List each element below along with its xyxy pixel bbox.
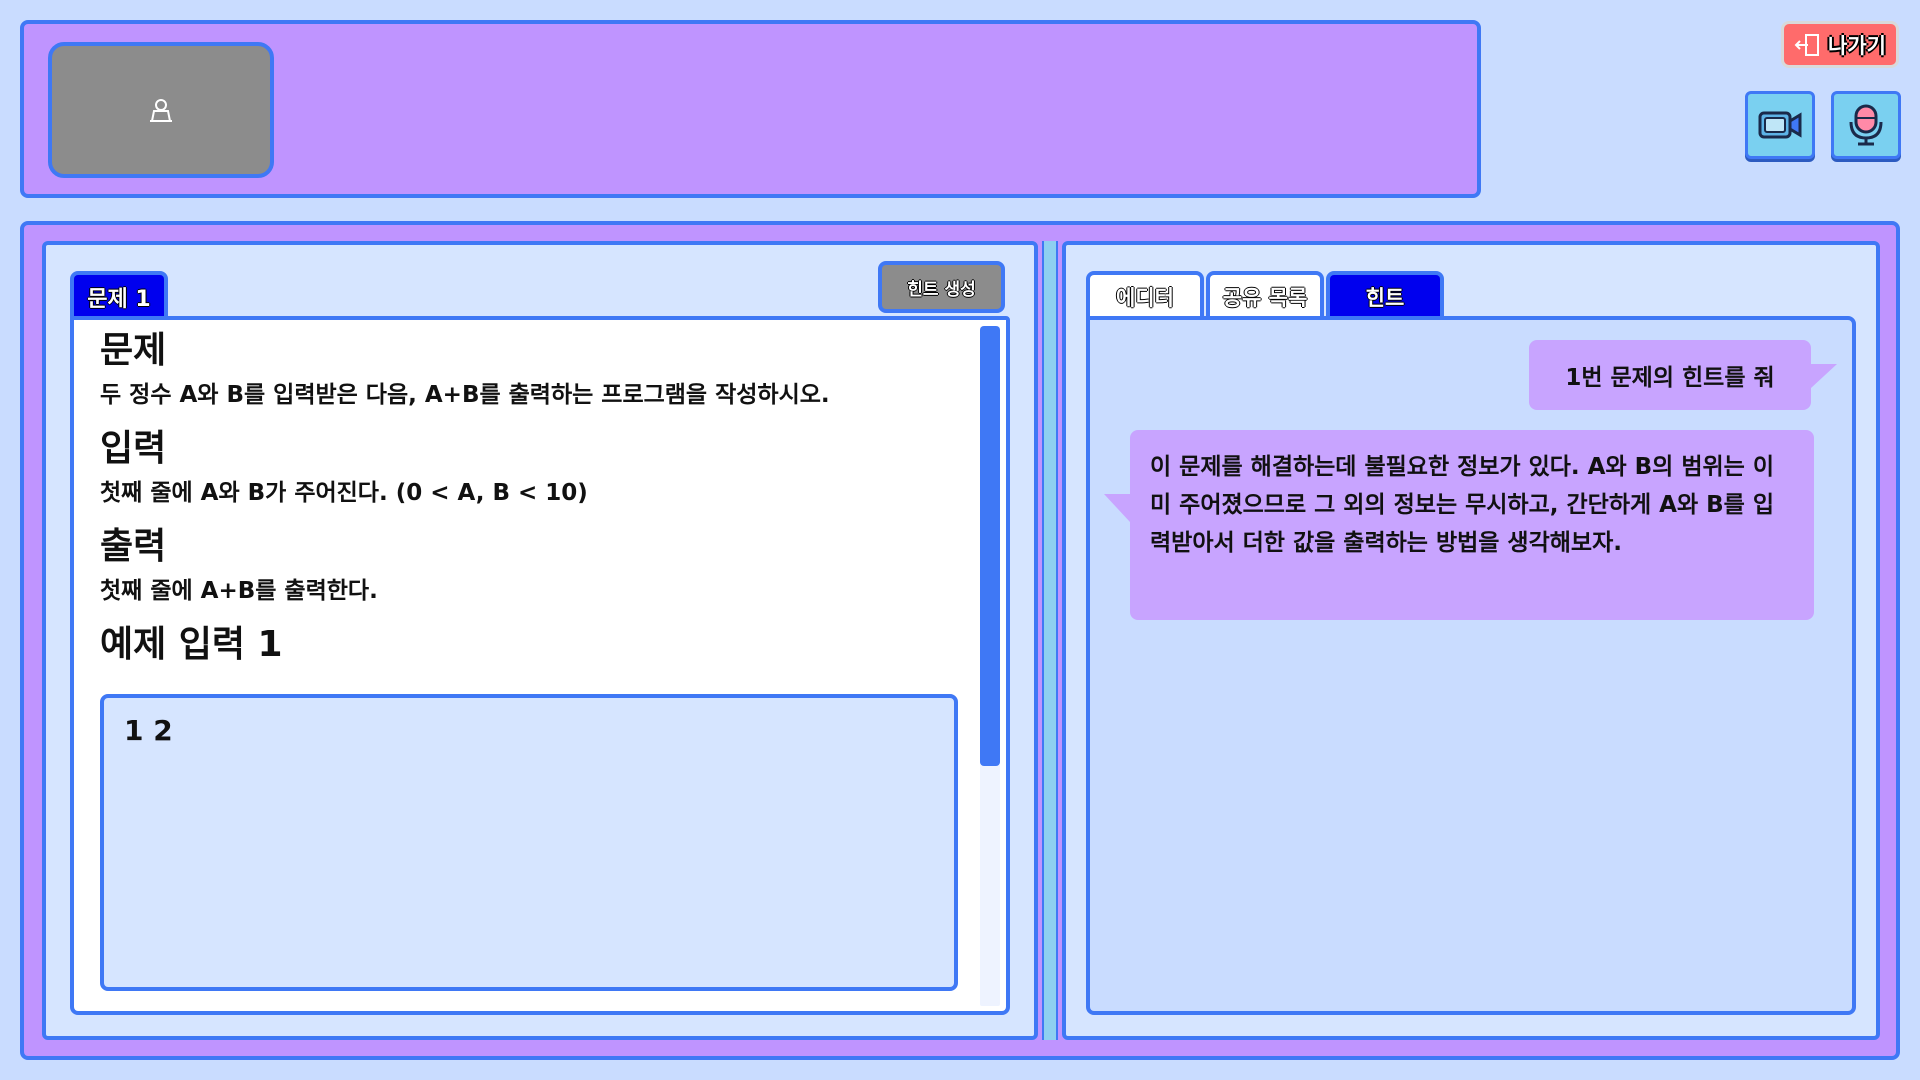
person-placeholder-icon [150,99,172,122]
input-text: 첫째 줄에 A와 B가 주어진다. (0 < A, B < 10) [100,480,588,506]
exit-button[interactable]: 나가기 [1781,21,1899,68]
generate-hint-button[interactable]: 힌트 생성 [878,261,1005,313]
video-panel [20,20,1481,198]
example-input-box: 1 2 [100,694,958,991]
tab-hint[interactable]: 힌트 [1326,271,1444,319]
tab-shared-list[interactable]: 공유 목록 [1206,271,1324,319]
problem-scrollbar-thumb[interactable] [980,326,1000,766]
problem-heading: 문제 [100,330,167,371]
microphone-toggle-button[interactable] [1831,91,1901,159]
example-input-heading: 예제 입력 1 [100,624,283,665]
video-camera-icon [1758,111,1802,139]
tab-problem-1[interactable]: 문제 1 [70,271,168,319]
output-text: 첫째 줄에 A+B를 출력한다. [100,578,378,604]
problem-scrollbar[interactable] [980,326,1000,1006]
participant-video-tile [48,42,274,178]
tab-editor[interactable]: 에디터 [1086,271,1204,319]
user-message-bubble: 1번 문제의 힌트를 줘 [1529,340,1837,410]
problem-description: 문제 두 정수 A와 B를 입력받은 다음, A+B를 출력하는 프로그램을 작… [70,316,1010,1015]
camera-toggle-button[interactable] [1745,91,1815,159]
microphone-icon [1849,104,1883,146]
problem-text: 두 정수 A와 B를 입력받은 다음, A+B를 출력하는 프로그램을 작성하시… [100,382,830,408]
input-heading: 입력 [100,428,167,469]
exit-door-icon [1794,33,1820,56]
exit-button-label: 나가기 [1828,33,1886,58]
hint-chat-area [1086,316,1856,1015]
pane-resize-handle[interactable] [1042,241,1058,1040]
output-heading: 출력 [100,526,167,567]
hint-response-bubble: 이 문제를 해결하는데 불필요한 정보가 있다. A와 B의 범위는 이미 주어… [1104,430,1814,620]
